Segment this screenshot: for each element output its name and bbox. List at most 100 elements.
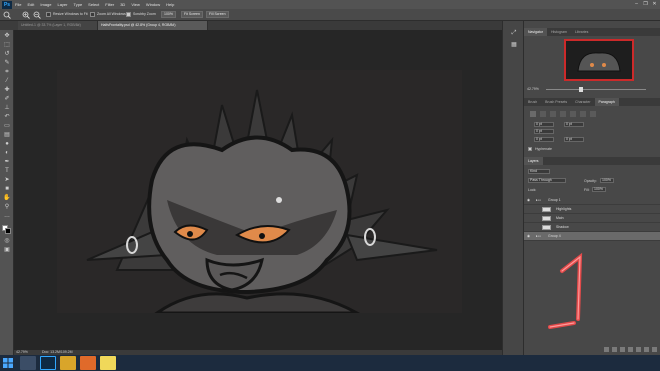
link-layers-icon[interactable] — [604, 347, 609, 352]
tab-brush-presets[interactable]: Brush Presets — [541, 98, 571, 106]
type-icon[interactable]: T — [2, 168, 12, 175]
history-brush-icon[interactable]: ↶ — [2, 114, 12, 121]
chrome-icon[interactable] — [60, 356, 76, 370]
menu-window[interactable]: Window — [146, 2, 160, 7]
zoom-tool-icon[interactable] — [3, 11, 11, 19]
restore-button[interactable]: ❐ — [641, 1, 650, 8]
quick-mask-icon[interactable]: ◎ — [2, 238, 12, 245]
fit-screen-button[interactable]: Fit Screen — [181, 11, 203, 18]
menu-view[interactable]: View — [131, 2, 140, 7]
navigator-zoom-slider[interactable] — [546, 89, 646, 90]
adjustment-layer-icon[interactable] — [628, 347, 633, 352]
navigator-slider-thumb[interactable] — [579, 87, 583, 92]
space-after-field[interactable]: 0 pt — [564, 137, 584, 142]
tab-character[interactable]: Character — [571, 98, 594, 106]
eye-icon[interactable]: ◉ — [527, 196, 530, 205]
sticky-notes-icon[interactable] — [100, 356, 116, 370]
windows-start-icon[interactable] — [3, 358, 13, 368]
layer-row-main[interactable]: Main — [524, 214, 660, 223]
tab-libraries[interactable]: Libraries — [571, 28, 592, 36]
layer-mask-icon[interactable] — [620, 347, 625, 352]
screen-mode-icon[interactable]: ▣ — [2, 247, 12, 254]
marquee-icon[interactable]: ⬚ — [2, 42, 12, 49]
menu-edit[interactable]: Edit — [27, 2, 34, 7]
zoom-out-icon[interactable] — [33, 11, 41, 19]
zoom-in-icon[interactable] — [22, 11, 30, 19]
layer-kind-filter[interactable]: Kind — [528, 169, 550, 174]
tab-untitled[interactable]: Untitled-1 @ 33.7% (Layer 1, RGB/8#) — [18, 21, 98, 30]
menu-layer[interactable]: Layer — [57, 2, 67, 7]
layer-row-highlights[interactable]: Highlights — [524, 205, 660, 214]
menu-select[interactable]: Select — [88, 2, 99, 7]
fill-field[interactable]: 100% — [592, 187, 606, 192]
brush-icon[interactable]: ✐ — [2, 96, 12, 103]
stamp-icon[interactable]: ⊥ — [2, 105, 12, 112]
menu-3d[interactable]: 3D — [120, 2, 125, 7]
shape-icon[interactable]: ■ — [2, 186, 12, 193]
navigator-preview[interactable] — [564, 39, 634, 81]
tab-halfsfrontality[interactable]: HalfsFrontality.psd @ 42.8% (Group 4, RG… — [98, 21, 208, 30]
navigator-dock-icon[interactable]: ⤢ — [509, 29, 519, 37]
file-explorer-icon[interactable] — [20, 356, 36, 370]
new-group-icon[interactable] — [636, 347, 641, 352]
scrubby-zoom-checkbox[interactable] — [126, 12, 131, 17]
indent-left-field[interactable]: 0 pt — [534, 122, 554, 127]
healing-icon[interactable]: ✚ — [2, 87, 12, 94]
menu-help[interactable]: Help — [166, 2, 174, 7]
eyedropper-icon[interactable]: ⁄ — [2, 78, 12, 85]
lasso-icon[interactable]: ↺ — [2, 51, 12, 58]
blur-icon[interactable]: ● — [2, 141, 12, 148]
zoom-all-checkbox[interactable] — [90, 12, 95, 17]
justify-all-icon[interactable] — [590, 111, 596, 117]
layer-row-group-4[interactable]: ◉ ▸▭ Group 4 — [524, 232, 660, 241]
new-layer-icon[interactable] — [644, 347, 649, 352]
space-before-field[interactable]: 0 pt — [534, 137, 554, 142]
zoom-100-button[interactable]: 100% — [161, 11, 176, 18]
resize-windows-checkbox[interactable] — [46, 12, 51, 17]
layer-row-shadow[interactable]: Shadow — [524, 223, 660, 232]
gradient-icon[interactable]: ▤ — [2, 132, 12, 139]
justify-center-icon[interactable] — [570, 111, 576, 117]
hand-icon[interactable]: ✋ — [2, 195, 12, 202]
crop-icon[interactable]: ⌗ — [2, 69, 12, 76]
tab-paragraph[interactable]: Paragraph — [594, 98, 619, 106]
opacity-field[interactable]: 100% — [600, 178, 614, 183]
tab-navigator[interactable]: Navigator — [524, 28, 547, 36]
layer-row-group-1[interactable]: ◉ ▸▭ Group 1 — [524, 196, 660, 205]
align-right-icon[interactable] — [550, 111, 556, 117]
eraser-icon[interactable]: ▭ — [2, 123, 12, 130]
navigator-zoom[interactable]: 42.79% — [527, 87, 539, 91]
background-color-swatch[interactable] — [5, 228, 11, 234]
hyphenate-checkbox[interactable] — [528, 147, 532, 151]
justify-right-icon[interactable] — [580, 111, 586, 117]
fill-screen-button[interactable]: Fill Screen — [206, 11, 229, 18]
close-button[interactable]: ✕ — [650, 1, 659, 8]
eye-icon[interactable]: ◉ — [527, 232, 530, 241]
move-icon[interactable]: ✥ — [2, 33, 12, 40]
more-icon[interactable]: … — [2, 213, 12, 220]
layer-style-icon[interactable] — [612, 347, 617, 352]
align-left-icon[interactable] — [530, 111, 536, 117]
justify-left-icon[interactable] — [560, 111, 566, 117]
indent-first-field[interactable]: 0 pt — [534, 129, 554, 134]
properties-dock-icon[interactable]: ▦ — [509, 41, 519, 49]
document-canvas[interactable] — [57, 70, 462, 313]
photoshop-icon[interactable] — [40, 356, 56, 370]
menu-filter[interactable]: Filter — [105, 2, 114, 7]
minimize-button[interactable]: – — [632, 1, 641, 8]
delete-layer-icon[interactable] — [652, 347, 657, 352]
blend-mode-select[interactable]: Pass Through — [528, 178, 566, 183]
align-center-icon[interactable] — [540, 111, 546, 117]
tab-brush[interactable]: Brush — [524, 98, 541, 106]
pen-icon[interactable]: ✒ — [2, 159, 12, 166]
menu-file[interactable]: File — [15, 2, 21, 7]
dodge-icon[interactable]: ◐ — [2, 150, 12, 157]
zoom-icon[interactable]: ⚲ — [2, 204, 12, 211]
menu-image[interactable]: Image — [40, 2, 51, 7]
indent-right-field[interactable]: 0 pt — [564, 122, 584, 127]
menu-type[interactable]: Type — [74, 2, 83, 7]
tab-histogram[interactable]: Histogram — [547, 28, 571, 36]
path-select-icon[interactable]: ➤ — [2, 177, 12, 184]
tab-layers[interactable]: Layers — [524, 157, 543, 165]
firefox-icon[interactable] — [80, 356, 96, 370]
